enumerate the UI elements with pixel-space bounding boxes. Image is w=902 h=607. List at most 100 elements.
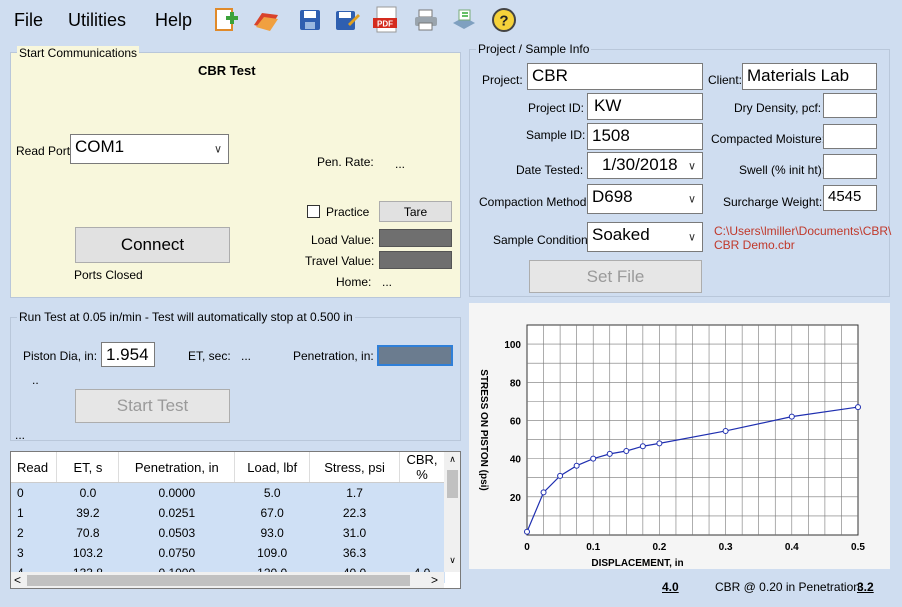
- scroll-down-icon[interactable]: ∨: [444, 555, 460, 569]
- data-point: [788, 413, 795, 420]
- table-row[interactable]: 1 39.2 0.0251 67.0 22.3: [11, 502, 445, 523]
- penetration-label: Penetration, in:: [293, 349, 374, 363]
- data-point: [557, 472, 564, 479]
- surcharge-weight-input[interactable]: 4545: [823, 185, 877, 211]
- table-cell: 1.7: [309, 482, 400, 503]
- table-row[interactable]: 0 0.0 0.0000 5.0 1.7: [11, 482, 445, 503]
- menu-file[interactable]: File: [14, 10, 43, 31]
- table-cell: 31.0: [309, 522, 400, 543]
- table-row[interactable]: 2 70.8 0.0503 93.0 31.0: [11, 522, 445, 543]
- project-input[interactable]: CBR: [527, 63, 703, 90]
- table-cell: 0.0251: [118, 502, 235, 523]
- client-label: Client:: [708, 73, 743, 87]
- column-header[interactable]: Load, lbf: [234, 452, 311, 483]
- pen-rate-label: Pen. Rate:: [317, 155, 374, 169]
- column-header[interactable]: CBR, %: [399, 452, 446, 483]
- table-cell: 0: [11, 482, 57, 503]
- cbr-value-1: 4.0: [662, 580, 679, 594]
- y-axis-label: STRESS ON PISTON (psi): [478, 369, 489, 491]
- swell-input[interactable]: [823, 154, 877, 179]
- practice-checkbox[interactable]: [307, 205, 320, 218]
- chevron-down-icon: ∨: [687, 160, 696, 172]
- compacted-moisture-input[interactable]: [823, 124, 877, 149]
- compaction-method-value: D698: [592, 187, 633, 206]
- menu-bar: File Utilities Help PDF ?: [0, 0, 902, 42]
- y-tick-label: 40: [510, 455, 522, 466]
- y-tick-label: 80: [510, 378, 522, 389]
- read-port-label: Read Port:: [16, 144, 74, 158]
- vertical-scrollbar[interactable]: ∧ ∨: [444, 452, 460, 572]
- open-icon[interactable]: [252, 6, 280, 34]
- horizontal-scrollbar[interactable]: < >: [11, 572, 444, 588]
- compaction-method-label: Compaction Method:: [479, 195, 590, 209]
- menu-utilities[interactable]: Utilities: [68, 10, 126, 31]
- date-tested-value: 1/30/2018: [602, 155, 678, 174]
- chart-panel: 20 40 60 80 100 0 0.1 0.2 0.3 0.4 0.5 DISPLACEMENT,…: [469, 303, 890, 569]
- client-input[interactable]: Materials Lab: [742, 63, 877, 90]
- table-cell: 0.0750: [118, 542, 235, 563]
- dry-density-input[interactable]: [823, 93, 877, 118]
- project-id-label: Project ID:: [528, 101, 585, 115]
- save-as-icon[interactable]: [333, 6, 361, 34]
- data-point: [573, 462, 580, 469]
- new-icon[interactable]: [212, 6, 240, 34]
- y-tick-label: 100: [504, 340, 521, 351]
- load-value-display: [379, 229, 452, 247]
- scroll-left-icon[interactable]: <: [14, 573, 21, 587]
- project-label: Project:: [482, 73, 523, 87]
- piston-dia-input[interactable]: 1.954: [101, 342, 155, 367]
- menu-help[interactable]: Help: [155, 10, 192, 31]
- sample-condition-value: Soaked: [592, 225, 650, 244]
- pen-rate-value: ...: [395, 157, 406, 171]
- table-cell: 3: [11, 542, 57, 563]
- y-tick-label: 20: [510, 493, 522, 504]
- sample-condition-select[interactable]: Soaked ∨: [587, 222, 703, 252]
- set-file-button[interactable]: Set File: [529, 260, 702, 293]
- status-dots: ..: [32, 373, 39, 387]
- data-point: [639, 443, 646, 450]
- column-header[interactable]: Penetration, in: [118, 452, 236, 483]
- column-header[interactable]: Stress, psi: [309, 452, 400, 483]
- x-tick-label: 0.3: [719, 542, 733, 553]
- penetration-display: [377, 345, 453, 366]
- table-cell: 67.0: [234, 502, 310, 523]
- group-title: Run Test at 0.05 in/min - Test will auto…: [17, 310, 355, 324]
- scroll-thumb[interactable]: [447, 470, 458, 498]
- dry-density-label: Dry Density, pcf:: [734, 101, 822, 115]
- save-icon[interactable]: [296, 6, 324, 34]
- sample-id-label: Sample ID:: [526, 128, 586, 142]
- pdf-icon[interactable]: PDF: [372, 6, 400, 34]
- table-header: Read ET, s Penetration, in Load, lbf Stress,…: [11, 452, 446, 483]
- scroll-right-icon[interactable]: >: [431, 573, 438, 587]
- print-icon[interactable]: [412, 6, 440, 34]
- scroll-up-icon[interactable]: ∧: [444, 454, 460, 468]
- chevron-down-icon: ∨: [213, 143, 222, 156]
- sample-condition-label: Sample Condition:: [493, 233, 592, 247]
- table-cell: 2: [11, 522, 57, 543]
- read-port-select[interactable]: COM1 ∨: [70, 134, 229, 164]
- help-icon[interactable]: ?: [490, 6, 518, 34]
- readings-table[interactable]: Read ET, s Penetration, in Load, lbf Stress,…: [10, 451, 461, 589]
- sample-id-input[interactable]: 1508: [587, 123, 703, 150]
- tare-button[interactable]: Tare: [379, 201, 452, 222]
- export-icon[interactable]: [450, 6, 478, 34]
- table-cell: [399, 502, 445, 523]
- table-cell: 0.0000: [118, 482, 235, 503]
- table-cell: 22.3: [309, 502, 400, 523]
- table-row[interactable]: 3 103.2 0.0750 109.0 36.3: [11, 542, 445, 563]
- data-point: [524, 528, 530, 535]
- group-title: Start Communications: [17, 46, 140, 60]
- project-id-input[interactable]: KW: [587, 93, 703, 120]
- column-header[interactable]: Read: [11, 452, 58, 483]
- connect-button[interactable]: Connect: [75, 227, 230, 263]
- start-test-button[interactable]: Start Test: [75, 389, 230, 423]
- date-tested-picker[interactable]: 1/30/2018 ∨: [587, 152, 703, 179]
- table-cell: 0.0503: [118, 522, 235, 543]
- table-cell: 36.3: [309, 542, 400, 563]
- table-cell: [399, 482, 445, 503]
- data-point: [656, 440, 663, 447]
- table-cell: [399, 542, 445, 563]
- column-header[interactable]: ET, s: [56, 452, 120, 483]
- compaction-method-select[interactable]: D698 ∨: [587, 184, 703, 214]
- hscroll-thumb[interactable]: [27, 575, 410, 586]
